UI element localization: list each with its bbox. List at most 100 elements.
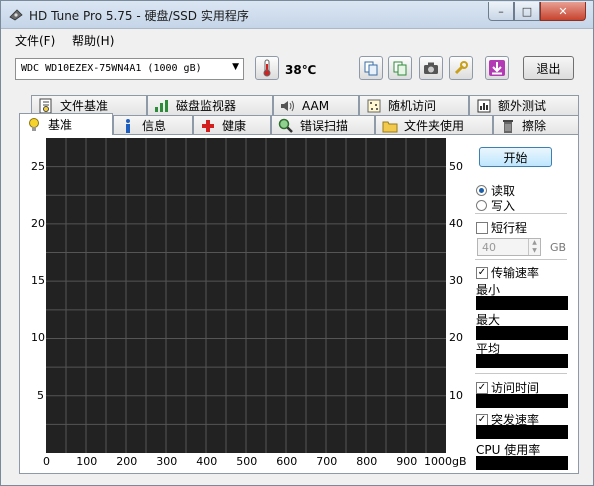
- file-benchmark-icon: [38, 98, 54, 114]
- trash-icon: [500, 118, 516, 134]
- y-tick-right: 40: [449, 216, 463, 230]
- options-button[interactable]: [449, 56, 473, 80]
- tab-folder-usage[interactable]: 文件夹使用: [375, 115, 493, 135]
- save-button[interactable]: [485, 56, 509, 80]
- tab-label: 文件基准: [60, 99, 109, 113]
- short-stroke-box[interactable]: [476, 221, 488, 234]
- divider: [475, 373, 567, 374]
- tab-label: 随机访问: [388, 99, 437, 113]
- main-window: HD Tune Pro 5.75 - 硬盘/SSD 实用程序 – □ ✕ 文件(…: [0, 0, 594, 486]
- y-tick-left: 20: [31, 216, 45, 230]
- tab-label: 健康: [222, 119, 247, 133]
- toolbar: WDC WD10EZEX-75WN4A1 (1000 gB) ▼ 38℃ 退出: [1, 51, 593, 91]
- maximize-button[interactable]: □: [514, 2, 540, 21]
- temperature-button[interactable]: [255, 56, 279, 80]
- transfer-rate-checkbox[interactable]: ✓ 传输速率: [476, 264, 539, 281]
- write-radio-circle[interactable]: [476, 200, 487, 211]
- chart-grid: [46, 138, 446, 453]
- divider: [475, 213, 567, 214]
- tab-error-scan[interactable]: 错误扫描: [271, 115, 375, 135]
- screenshot-button[interactable]: [419, 56, 443, 80]
- divider: [475, 259, 567, 260]
- short-stroke-label: 短行程: [491, 221, 528, 235]
- write-label: 写入: [491, 199, 516, 213]
- write-radio[interactable]: 写入: [476, 197, 515, 214]
- tab-label: AAM: [302, 98, 330, 113]
- save-icon: [489, 60, 505, 76]
- x-tick: 100: [76, 455, 98, 468]
- folder-icon: [382, 118, 398, 134]
- disk-monitor-icon: [154, 98, 170, 114]
- y-tick-right: 50: [449, 159, 463, 173]
- read-radio-circle[interactable]: [476, 185, 487, 196]
- tab-erase[interactable]: 擦除: [493, 115, 579, 135]
- x-tick: 0: [43, 455, 50, 468]
- tab-file-benchmark[interactable]: 文件基准: [31, 95, 147, 115]
- x-tick: 500: [236, 455, 258, 468]
- tab-benchmark[interactable]: 基准: [19, 113, 113, 135]
- short-stroke-checkbox[interactable]: 短行程: [476, 219, 527, 236]
- min-value-box: [476, 296, 568, 310]
- max-value-box: [476, 326, 568, 340]
- drive-select[interactable]: WDC WD10EZEX-75WN4A1 (1000 gB) ▼: [15, 58, 244, 80]
- menu-bar: 文件(F) 帮助(H): [1, 29, 593, 51]
- y-tick-left: 15: [31, 274, 45, 288]
- extra-tests-icon: [476, 98, 492, 114]
- short-stroke-stepper[interactable]: 40 ▲ ▼: [477, 238, 541, 256]
- thermometer-icon: [263, 59, 271, 77]
- exit-button[interactable]: 退出: [523, 56, 574, 80]
- lightbulb-icon: [26, 117, 42, 133]
- menu-help[interactable]: 帮助(H): [72, 32, 114, 49]
- avg-value-box: [476, 354, 568, 368]
- copy-all-button[interactable]: [388, 56, 412, 80]
- tab-extra-tests[interactable]: 额外测试: [469, 95, 579, 115]
- transfer-rate-box[interactable]: ✓: [476, 266, 488, 279]
- x-tick: 400: [196, 455, 218, 468]
- tab-label: 信息: [142, 119, 167, 133]
- window-title: HD Tune Pro 5.75 - 硬盘/SSD 实用程序: [29, 9, 249, 23]
- menu-file[interactable]: 文件(F): [15, 32, 55, 49]
- stepper-arrows-icon[interactable]: ▲ ▼: [528, 239, 540, 255]
- tab-label: 擦除: [522, 119, 547, 133]
- x-tick: 300: [156, 455, 178, 468]
- transfer-rate-label: 传输速率: [491, 266, 540, 280]
- y-tick-left: 10: [31, 331, 45, 345]
- x-tick: 800: [356, 455, 378, 468]
- tab-label: 错误扫描: [300, 119, 349, 133]
- burst-rate-value-box: [476, 425, 568, 439]
- minimize-button[interactable]: –: [488, 2, 514, 21]
- tab-aam[interactable]: AAM: [273, 95, 359, 115]
- random-access-icon: [366, 98, 382, 114]
- drive-select-value: WDC WD10EZEX-75WN4A1 (1000 gB): [21, 63, 202, 74]
- y-tick-left: 5: [37, 388, 44, 402]
- temperature-readout: 38℃: [285, 63, 317, 77]
- y-tick-right: 20: [449, 331, 463, 345]
- tab-label: 基准: [48, 118, 73, 132]
- tab-disk-monitor[interactable]: 磁盘监视器: [147, 95, 273, 115]
- x-tick: 900: [396, 455, 418, 468]
- copy-button[interactable]: [359, 56, 383, 80]
- magnifier-icon: [278, 118, 294, 134]
- access-time-value-box: [476, 394, 568, 408]
- short-stroke-value: 40: [482, 241, 496, 254]
- burst-rate-box[interactable]: ✓: [476, 413, 488, 426]
- app-logo-icon: [9, 9, 23, 21]
- tab-info[interactable]: 信息: [113, 115, 193, 135]
- radio-selected-dot: [479, 188, 484, 193]
- y-tick-right: 10: [449, 388, 463, 402]
- start-button[interactable]: 开始: [479, 147, 552, 167]
- short-stroke-unit: GB: [550, 241, 567, 254]
- access-time-box[interactable]: ✓: [476, 381, 488, 394]
- x-tick: 600: [276, 455, 298, 468]
- y-tick-right: 30: [449, 274, 463, 288]
- benchmark-chart: [46, 138, 446, 453]
- cpu-usage-value-box: [476, 456, 568, 470]
- tab-random-access[interactable]: 随机访问: [359, 95, 469, 115]
- tab-label: 磁盘监视器: [176, 99, 237, 113]
- title-bar[interactable]: HD Tune Pro 5.75 - 硬盘/SSD 实用程序 – □ ✕: [1, 1, 593, 29]
- camera-icon: [424, 62, 438, 74]
- x-tick: 1000gB: [424, 455, 467, 468]
- tab-label: 文件夹使用: [404, 119, 465, 133]
- close-button[interactable]: ✕: [540, 2, 586, 21]
- tab-health[interactable]: 健康: [193, 115, 271, 135]
